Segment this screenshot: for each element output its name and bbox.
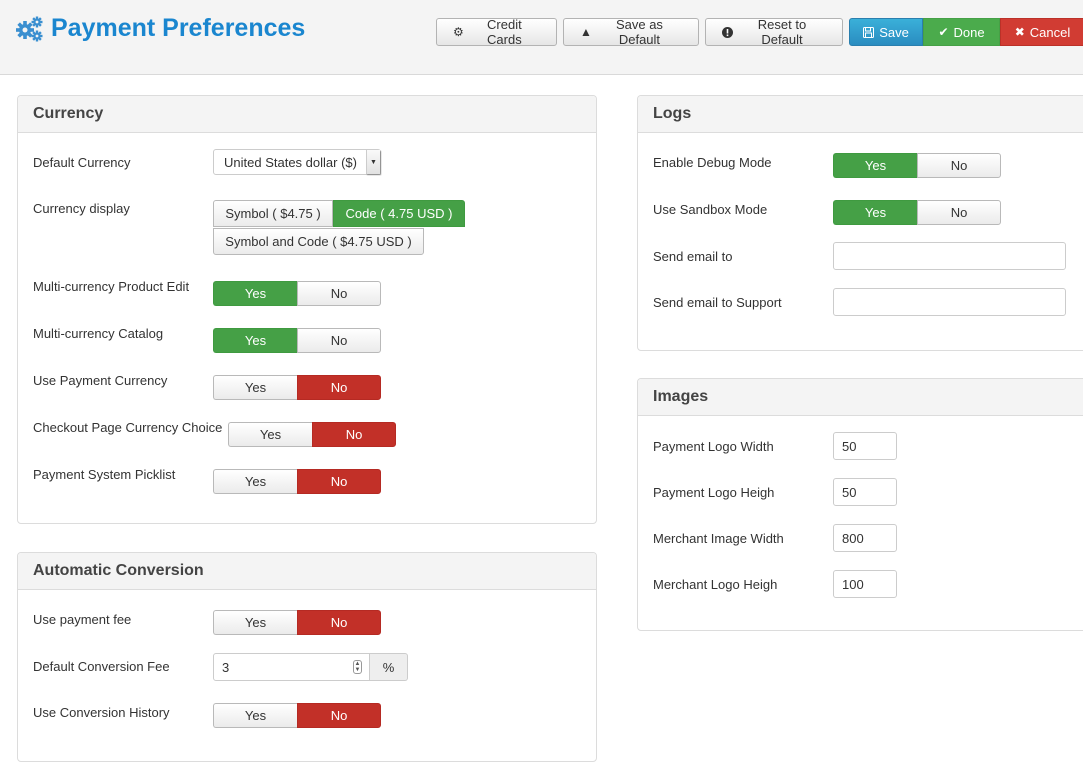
use-conversion-history-label: Use Conversion History <box>33 705 170 720</box>
use-payment-currency-toggle: Yes No <box>213 375 381 400</box>
checkmark-icon: ✔ <box>938 25 949 39</box>
payment-system-picklist-label: Payment System Picklist <box>33 467 176 482</box>
sandbox-mode-toggle: Yes No <box>833 200 1001 225</box>
page-title-text: Payment Preferences <box>51 14 306 42</box>
use-payment-currency-yes[interactable]: Yes <box>213 375 297 400</box>
merchant-image-width-input[interactable]: 800 <box>833 524 897 552</box>
payment-logo-heigh-input[interactable]: 50 <box>833 478 897 506</box>
default-conversion-fee-label: Default Conversion Fee <box>33 659 170 674</box>
toolbar: ⚙ Credit Cards ▲ Save as Default Reset t… <box>436 17 1083 47</box>
sandbox-mode-yes[interactable]: Yes <box>833 200 917 225</box>
use-payment-fee-yes[interactable]: Yes <box>213 610 297 635</box>
send-email-label: Send email to <box>653 249 733 264</box>
done-button[interactable]: ✔ Done <box>923 18 1000 46</box>
multi-currency-product-edit-no[interactable]: No <box>297 281 381 306</box>
use-conversion-history-yes[interactable]: Yes <box>213 703 297 728</box>
sandbox-mode-label: Use Sandbox Mode <box>653 202 768 217</box>
debug-mode-no[interactable]: No <box>917 153 1001 178</box>
images-panel: Images Payment Logo Width 50 Payment Logo … <box>637 378 1083 631</box>
use-payment-fee-toggle: Yes No <box>213 610 381 635</box>
send-email-support-label: Send email to Support <box>653 295 782 310</box>
default-currency-label: Default Currency <box>33 155 131 170</box>
save-as-default-button[interactable]: ▲ Save as Default <box>563 17 699 47</box>
multi-currency-catalog-label: Multi-currency Catalog <box>33 326 164 341</box>
multi-currency-product-edit-yes[interactable]: Yes <box>213 281 297 306</box>
merchant-logo-heigh-label: Merchant Logo Heigh <box>653 577 778 592</box>
payment-system-picklist-no[interactable]: No <box>297 469 381 494</box>
currency-display-symbol[interactable]: Symbol ( $4.75 ) <box>213 200 333 227</box>
close-icon: ✖ <box>1014 25 1025 39</box>
payment-system-picklist-yes[interactable]: Yes <box>213 469 297 494</box>
page-header: Payment Preferences ⚙ Credit Cards ▲ Sav… <box>0 0 1083 75</box>
credit-cards-button[interactable]: ⚙ Credit Cards <box>436 17 557 47</box>
send-email-support-input[interactable] <box>833 288 1066 316</box>
multi-currency-product-edit-label: Multi-currency Product Edit <box>33 279 190 294</box>
automatic-conversion-panel-title: Automatic Conversion <box>18 553 596 590</box>
use-payment-currency-no[interactable]: No <box>297 375 381 400</box>
currency-display-label: Currency display <box>33 201 130 216</box>
reset-to-default-button[interactable]: Reset to Default <box>705 17 843 47</box>
use-conversion-history-no[interactable]: No <box>297 703 381 728</box>
floppy-disk-icon <box>863 26 875 38</box>
merchant-logo-heigh-input[interactable]: 100 <box>833 570 897 598</box>
multi-currency-catalog-yes[interactable]: Yes <box>213 328 297 353</box>
use-payment-fee-no[interactable]: No <box>297 610 381 635</box>
debug-mode-toggle: Yes No <box>833 153 1001 178</box>
cancel-button[interactable]: ✖ Cancel <box>1000 18 1083 46</box>
sandbox-mode-no[interactable]: No <box>917 200 1001 225</box>
currency-panel-title: Currency <box>18 96 596 133</box>
payment-logo-heigh-label: Payment Logo Heigh <box>653 485 775 500</box>
percent-addon: % <box>370 653 408 681</box>
use-conversion-history-toggle: Yes No <box>213 703 381 728</box>
payment-system-picklist-toggle: Yes No <box>213 469 381 494</box>
save-button[interactable]: Save <box>849 18 923 46</box>
action-button-group: Save ✔ Done ✖ Cancel <box>849 18 1083 46</box>
default-currency-select[interactable]: United States dollar ($) ▼ <box>213 149 381 175</box>
warning-icon: ▲ <box>580 25 592 39</box>
images-panel-title: Images <box>638 379 1083 416</box>
gears-icon <box>16 16 43 41</box>
currency-panel: Currency Default Currency United States … <box>17 95 597 524</box>
number-spinner-icon[interactable]: ▲ ▼ <box>353 660 362 674</box>
multi-currency-product-edit-toggle: Yes No <box>213 281 381 306</box>
merchant-image-width-label: Merchant Image Width <box>653 531 784 546</box>
payment-logo-width-label: Payment Logo Width <box>653 439 774 454</box>
logs-panel: Logs Enable Debug Mode Yes No Use Sandbo… <box>637 95 1083 351</box>
checkout-page-currency-choice-label: Checkout Page Currency Choice <box>33 420 223 435</box>
logs-panel-title: Logs <box>638 96 1083 133</box>
debug-mode-yes[interactable]: Yes <box>833 153 917 178</box>
page-title: Payment Preferences <box>15 14 305 43</box>
currency-display-symbol-and-code[interactable]: Symbol and Code ( $4.75 USD ) <box>213 228 424 255</box>
gears-icon: ⚙ <box>453 25 464 39</box>
automatic-conversion-panel: Automatic Conversion Use payment fee Yes… <box>17 552 597 762</box>
currency-display-code[interactable]: Code ( 4.75 USD ) <box>333 200 465 227</box>
checkout-page-currency-choice-toggle: Yes No <box>228 422 396 447</box>
multi-currency-catalog-no[interactable]: No <box>297 328 381 353</box>
checkout-page-currency-choice-no[interactable]: No <box>312 422 396 447</box>
multi-currency-catalog-toggle: Yes No <box>213 328 381 353</box>
default-conversion-fee-input[interactable]: 3 <box>213 653 370 681</box>
chevron-down-icon: ▼ <box>366 150 380 174</box>
debug-mode-label: Enable Debug Mode <box>653 155 772 170</box>
use-payment-currency-label: Use Payment Currency <box>33 373 168 388</box>
use-payment-fee-label: Use payment fee <box>33 612 132 627</box>
payment-logo-width-input[interactable]: 50 <box>833 432 897 460</box>
exclamation-circle-icon <box>722 26 733 38</box>
send-email-input[interactable] <box>833 242 1066 270</box>
checkout-page-currency-choice-yes[interactable]: Yes <box>228 422 312 447</box>
